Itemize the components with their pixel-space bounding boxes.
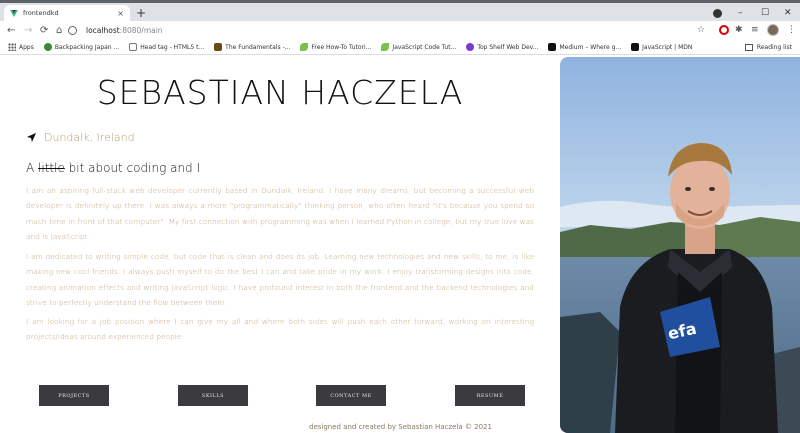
apps-grid-icon — [8, 43, 16, 51]
bookmark-label: Medium – Where g... — [559, 43, 622, 51]
reading-list-button[interactable]: Reading list — [744, 40, 792, 55]
menu-icon[interactable]: ⋮ — [787, 25, 796, 36]
about-strike-word: little — [38, 161, 65, 175]
url-host: localhost — [86, 26, 120, 35]
bookmark-label: JavaScript | MDN — [642, 43, 693, 51]
bookmark-label: Backpacking Japan ... — [54, 43, 120, 51]
leaf-icon — [300, 43, 309, 51]
about-heading: A little bit about coding and I — [26, 161, 200, 175]
url-path: :8080/main — [119, 26, 163, 35]
location: Dundalk, Ireland — [26, 131, 135, 144]
record-icon[interactable] — [713, 9, 722, 18]
browser-chrome: frontendkd × + – ☐ ✕ ← → ⟳ ⌂ localhost:8… — [0, 0, 800, 55]
bookmark-item[interactable]: Backpacking Japan ... — [43, 43, 120, 51]
profile-photo: efa — [560, 57, 800, 433]
bookmark-apps[interactable]: Apps — [8, 43, 34, 51]
bookmark-item[interactable]: Free How-To Tutori... — [300, 43, 371, 51]
about-paragraph: I am an aspiring full-stack web develope… — [26, 186, 534, 242]
profile-avatar[interactable] — [767, 24, 779, 36]
about-paragraph: I am looking for a job position where I … — [26, 317, 534, 342]
reload-icon[interactable]: ⟳ — [40, 24, 48, 37]
bookmark-label: The Fundamentals -... — [225, 43, 291, 51]
dev-icon — [129, 43, 138, 51]
bookmark-label: Top Shelf Web Dev... — [477, 43, 539, 51]
page-title: SEBASTIAN HACZELA — [96, 73, 464, 112]
close-window-button[interactable]: ✕ — [784, 7, 792, 19]
reading-list-icon — [744, 44, 753, 51]
bookmark-item[interactable]: Medium – Where g... — [548, 43, 621, 51]
about-prefix: A — [26, 161, 35, 175]
browser-tab[interactable]: frontendkd × — [4, 5, 130, 21]
media-queue-icon[interactable]: ≡ — [751, 25, 759, 36]
location-text: Dundalk, Ireland — [44, 131, 135, 144]
back-icon[interactable]: ← — [7, 24, 15, 37]
medium-icon — [548, 43, 557, 51]
tab-title: frontendkd — [23, 9, 59, 17]
bookmark-label: Head tag - HTML5 t... — [140, 43, 205, 51]
bookmark-label: JavaScript Code Tut... — [392, 43, 457, 51]
bookmark-label: Apps — [19, 43, 34, 51]
bookmark-item[interactable]: Head tag - HTML5 t... — [129, 43, 204, 51]
leaf-icon — [381, 43, 390, 51]
opera-extension-icon[interactable] — [719, 25, 729, 35]
tab-strip: frontendkd × + – ☐ ✕ — [0, 3, 800, 21]
site-info-icon[interactable] — [68, 26, 77, 35]
bookmark-item[interactable]: Top Shelf Web Dev... — [466, 43, 538, 51]
new-tab-button[interactable]: + — [136, 6, 146, 20]
tab-close-icon[interactable]: × — [117, 9, 124, 18]
vue-logo-icon — [10, 9, 18, 17]
resume-button[interactable]: RESUME — [455, 385, 525, 406]
extensions-icon[interactable]: ✱ — [735, 25, 743, 36]
maximize-button[interactable]: ☐ — [761, 7, 769, 19]
about-suffix: bit about coding and I — [68, 161, 201, 175]
projects-button[interactable]: PROJECTS — [39, 385, 109, 406]
bookmark-star-icon[interactable]: ☆ — [697, 25, 705, 36]
browser-toolbar: ← → ⟳ ⌂ localhost:8080/main ☆ ✱ ≡ ⋮ — [0, 21, 800, 40]
bookmark-item[interactable]: JavaScript | MDN — [631, 43, 692, 51]
skills-button[interactable]: SKILLS — [178, 385, 248, 406]
address-bar[interactable]: localhost:8080/main — [68, 23, 698, 38]
globe-icon — [43, 43, 52, 51]
book-icon — [214, 43, 223, 51]
mdn-icon — [631, 43, 640, 51]
contact-button[interactable]: CONTACT ME — [316, 385, 386, 406]
footer-credit: designed and created by Sebastian Haczel… — [309, 423, 492, 431]
home-icon[interactable]: ⌂ — [56, 24, 62, 37]
circle-icon — [466, 43, 475, 51]
reading-list-label: Reading list — [756, 44, 792, 51]
bookmark-item[interactable]: The Fundamentals -... — [214, 43, 290, 51]
portfolio-page: SEBASTIAN HACZELA Dundalk, Ireland A lit… — [0, 55, 800, 433]
bookmark-item[interactable]: JavaScript Code Tut... — [381, 43, 456, 51]
profile-photo-illustration: efa — [560, 57, 800, 433]
forward-icon[interactable]: → — [24, 24, 32, 37]
minimize-button[interactable]: – — [738, 7, 743, 19]
navigation-arrow-icon — [26, 132, 37, 143]
bookmark-label: Free How-To Tutori... — [311, 43, 372, 51]
bookmarks-bar: Apps Backpacking Japan ... Head tag - HT… — [0, 40, 800, 55]
about-paragraph: I am dedicated to writing simple code, b… — [26, 252, 534, 308]
